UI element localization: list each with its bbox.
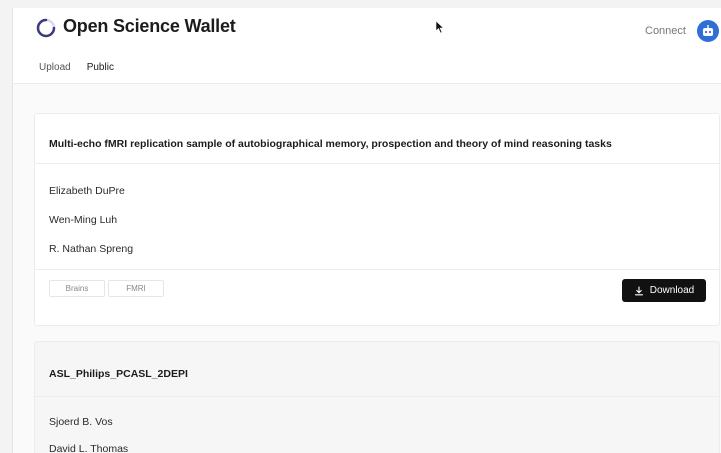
- download-icon: [634, 285, 643, 295]
- author-name: R. Nathan Spreng: [49, 243, 134, 255]
- connect-link[interactable]: Connect: [645, 25, 686, 37]
- author-name: Elizabeth DuPre: [49, 185, 125, 197]
- author-name: Wen-Ming Luh: [49, 214, 118, 226]
- author-name: David L. Thomas: [49, 443, 129, 453]
- app-title: Open Science Wallet: [63, 16, 236, 36]
- author-name: Sjoerd B. Vos: [49, 416, 113, 428]
- app-window: Open Science Wallet Connect Upload Publi…: [12, 8, 721, 453]
- dataset-title[interactable]: Multi-echo fMRI replication sample of au…: [49, 138, 612, 150]
- robot-icon[interactable]: [697, 20, 719, 42]
- dataset-card: ASL_Philips_PCASL_2DEPI Sjoerd B. Vos Da…: [34, 341, 720, 453]
- download-label: Download: [649, 285, 695, 296]
- card-divider: [35, 163, 719, 164]
- card-divider: [35, 269, 719, 270]
- tab-public[interactable]: Public: [79, 60, 121, 84]
- header: Open Science Wallet Connect Upload Publi…: [13, 8, 721, 84]
- download-button[interactable]: Download: [622, 279, 706, 302]
- spinner-logo-icon: [36, 18, 56, 38]
- tab-upload[interactable]: Upload: [39, 60, 71, 84]
- dataset-card: Multi-echo fMRI replication sample of au…: [34, 113, 720, 326]
- mouse-cursor-icon: [435, 20, 445, 34]
- tag-badge[interactable]: Brains: [49, 280, 105, 297]
- dataset-title[interactable]: ASL_Philips_PCASL_2DEPI: [49, 368, 188, 380]
- tag-badge[interactable]: FMRI: [108, 280, 164, 297]
- card-divider: [35, 396, 719, 397]
- tab-bar: Upload Public: [39, 60, 137, 84]
- tabs-divider: [13, 83, 721, 84]
